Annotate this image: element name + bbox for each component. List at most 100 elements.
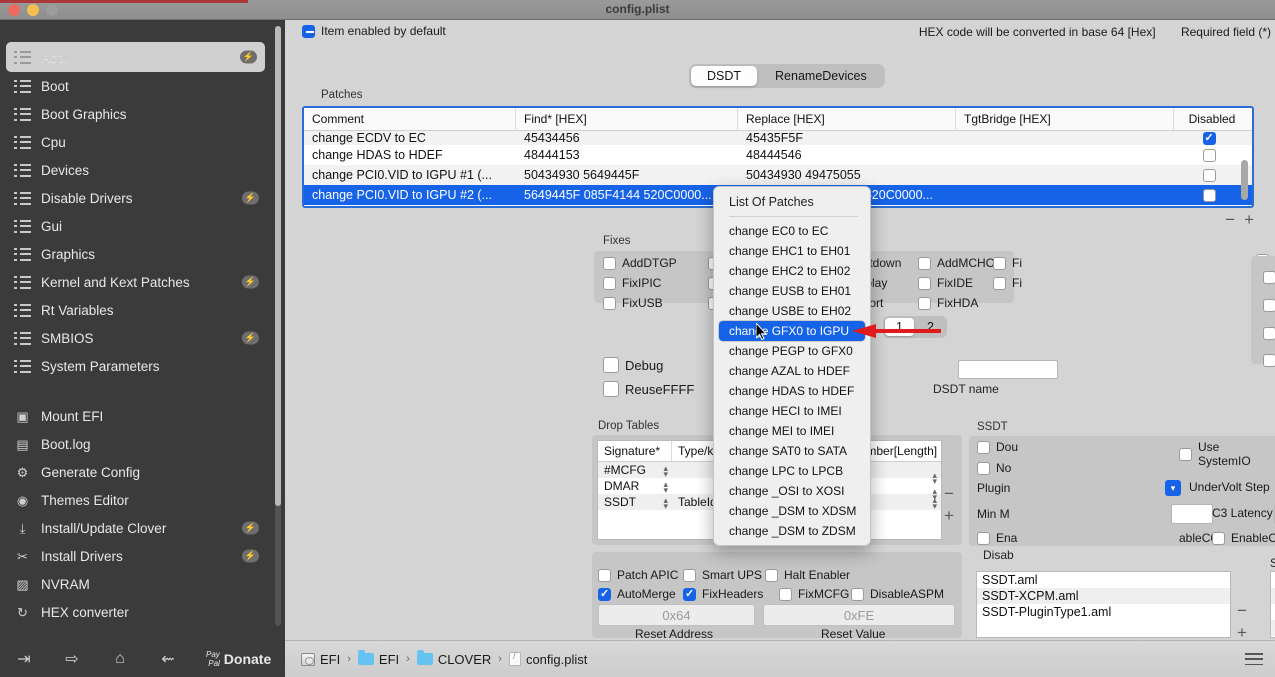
breadcrumb-item[interactable]: CLOVER (416, 650, 491, 667)
cell-disabled-checkbox[interactable] (1174, 168, 1250, 182)
reuseffff-checkbox[interactable]: ReuseFFFF (603, 381, 694, 397)
fix-fi-checkbox[interactable]: Fi (993, 256, 1022, 270)
fix-fixipic-checkbox[interactable]: FixIPIC (603, 276, 661, 290)
patches-scrollbar[interactable] (1241, 134, 1248, 204)
sidebar-scrollbar[interactable] (275, 26, 281, 626)
list-item[interactable]: SSDT.aml (977, 572, 1230, 588)
ssdt-ena-checkbox[interactable]: Ena (977, 531, 1017, 545)
drop-tables-add-button[interactable]: + (941, 505, 957, 527)
menu-item[interactable]: change PEGP to GFX0 (714, 341, 870, 361)
undervolt-enable-toggle[interactable]: ▾ (1165, 480, 1181, 496)
sidebar-tool-themes-editor[interactable]: ◉ Themes Editor (0, 486, 275, 514)
sidebar-tool-install-drivers[interactable]: ✂ Install Drivers ⚡ (0, 542, 275, 570)
hamburger-icon[interactable] (1245, 653, 1263, 665)
sidebar-item-smbios[interactable]: SMBIOS ⚡ (0, 324, 275, 352)
cell-disabled-checkbox[interactable] (1174, 188, 1250, 202)
tab-bar[interactable]: DSDT RenameDevices (689, 64, 885, 88)
sidebar-item-rt-variables[interactable]: Rt Variables (0, 296, 275, 324)
menu-item[interactable]: change EC0 to EC (714, 221, 870, 241)
breadcrumb-item[interactable]: EFI (301, 652, 340, 667)
table-row[interactable]: change HDAS to HDEF 48444153 48444546 (304, 145, 1252, 165)
sidebar-tool-boot-log[interactable]: ▤ Boot.log (0, 430, 275, 458)
stepper-icon[interactable]: ▴▾ (663, 480, 668, 495)
menu-item[interactable]: change LPC to LPCB (714, 461, 870, 481)
menu-item[interactable]: change EHC2 to EH02 (714, 261, 870, 281)
halt-enabler-checkbox[interactable]: Halt Enabler (765, 568, 850, 582)
table-row[interactable]: change ECDV to EC 45434456 45435F5F (304, 131, 1252, 145)
stepper-icon[interactable]: ▴▾ (663, 496, 668, 511)
drop-tables-remove-button[interactable]: − (941, 483, 957, 505)
menu-item[interactable]: change _DSM to XDSM (714, 501, 870, 521)
fix-addmchc-checkbox[interactable]: AddMCHC (918, 256, 994, 270)
sidebar-tool-mount-efi[interactable]: ▣ Mount EFI (0, 402, 275, 430)
debug-checkbox[interactable]: Debug (603, 357, 663, 373)
home-icon[interactable]: ⌂ (96, 650, 144, 668)
breadcrumb[interactable]: EFI › EFI › CLOVER › config.plist (301, 650, 587, 667)
sidebar-item-gui[interactable]: Gui (0, 212, 275, 240)
menu-item[interactable]: change SAT0 to SATA (714, 441, 870, 461)
ssdt-no-checkbox[interactable]: No (977, 461, 1011, 475)
menu-item[interactable]: change MEI to IMEI (714, 421, 870, 441)
breadcrumb-item[interactable]: EFI (357, 650, 399, 667)
fix-fixide-checkbox[interactable]: FixIDE (918, 276, 973, 290)
patches-add-remove[interactable]: −+ (1225, 210, 1263, 230)
automerge-checkbox[interactable]: AutoMerge (598, 587, 676, 601)
ssdt-dou-checkbox[interactable]: Dou (977, 440, 1018, 454)
menu-item[interactable]: change USBE to EH02 (714, 301, 870, 321)
patch-apic-checkbox[interactable]: Patch APIC (598, 568, 678, 582)
fix-fixhda-checkbox[interactable]: FixHDA (918, 296, 978, 310)
item-enabled-by-default-checkbox[interactable]: Item enabled by default (302, 24, 446, 38)
disabled-aml-list[interactable]: SSDT.aml SSDT-XCPM.aml SSDT-PluginType1.am… (976, 571, 1231, 638)
fixheaders-checkbox[interactable]: FixHeaders (683, 587, 763, 601)
smart-ups-checkbox[interactable]: Smart UPS (683, 568, 762, 582)
drop-oem-usb-checkbox[interactable]: USB (1263, 326, 1275, 340)
sidebar-item-boot[interactable]: Boot (0, 72, 275, 100)
donate-button[interactable]: Pay Pal Donate (206, 650, 271, 668)
patches-add-button[interactable]: + (1244, 210, 1263, 229)
fix-adddtgp-checkbox[interactable]: AddDTGP (603, 256, 677, 270)
cell-disabled-checkbox[interactable] (1174, 132, 1250, 145)
sorted-order-list[interactable]: DSDT.amlSSDT-0-SataTabl.amlSSDT-1-DptfTa… (1270, 571, 1275, 638)
menu-item[interactable]: change GFX0 to IGPU (719, 321, 865, 341)
fix-fi-checkbox[interactable]: Fi (993, 276, 1022, 290)
sidebar-tool-install-update-clover[interactable]: ⤓ Install/Update Clover ⚡ (0, 514, 275, 542)
sidebar-item-system-parameters[interactable]: System Parameters (0, 352, 275, 380)
export-icon[interactable]: ⇨ (48, 649, 96, 669)
reset-value-input[interactable]: 0xFE (763, 604, 955, 626)
menu-item[interactable]: change _DSM to ZDSM (714, 521, 870, 541)
drop-oem-ati-checkbox[interactable]: ATI (1263, 270, 1275, 284)
list-item[interactable]: SSDT-0-SataTabl.aml (1271, 588, 1275, 604)
dsdt-name-input[interactable] (958, 360, 1058, 379)
enablec7-checkbox[interactable]: EnableC7 (1212, 531, 1275, 545)
stepper-icon[interactable]: ▴▾ (932, 471, 937, 486)
sidebar-scrollbar-thumb[interactable] (275, 26, 281, 506)
sidebar-item-cpu[interactable]: Cpu (0, 128, 275, 156)
table-row[interactable]: change PCI0.VID to IGPU #1 (... 50434930… (304, 165, 1252, 185)
sidebar-item-boot-graphics[interactable]: Boot Graphics (0, 100, 275, 128)
disableaspm-checkbox[interactable]: DisableASPM (851, 587, 944, 601)
min-multiplier-input[interactable] (1171, 504, 1213, 524)
import-icon[interactable]: ⇥ (0, 649, 48, 669)
use-systemio-checkbox[interactable]: Use SystemIO (1179, 440, 1275, 468)
list-item[interactable]: DSDT.aml (1271, 572, 1275, 588)
breadcrumb-item[interactable]: config.plist (508, 651, 587, 667)
list-item[interactable]: SSDT-2-SaSsdt.aml (1271, 620, 1275, 636)
list-of-patches-menu[interactable]: List Of Patches change EC0 to EC change E… (713, 186, 871, 546)
patches-remove-button[interactable]: − (1225, 210, 1244, 229)
sidebar-item-disable-drivers[interactable]: Disable Drivers ⚡ (0, 184, 275, 212)
drop-oem-lpc-checkbox[interactable]: LPC (1263, 353, 1275, 367)
list-item[interactable]: SSDT-PluginType1.aml (977, 604, 1230, 620)
menu-item[interactable]: change AZAL to HDEF (714, 361, 870, 381)
sidebar-tool-hex-converter[interactable]: ↻ HEX converter (0, 598, 275, 626)
list-item[interactable]: SSDT-XCPM.aml (977, 588, 1230, 604)
sidebar-item-kernel-and-kext-patches[interactable]: Kernel and Kext Patches ⚡ (0, 268, 275, 296)
menu-item[interactable]: change _OSI to XOSI (714, 481, 870, 501)
tab-dsdt[interactable]: DSDT (691, 66, 758, 86)
drop-tables-add-remove[interactable]: − + (941, 483, 957, 527)
menu-item[interactable]: change EHC1 to EH01 (714, 241, 870, 261)
cell-disabled-checkbox[interactable] (1174, 148, 1250, 162)
drop-oem-hdmi-checkbox[interactable]: HDMI (1263, 298, 1275, 312)
stepper-icon[interactable]: ▴▾ (932, 496, 937, 511)
sidebar-item-devices[interactable]: Devices (0, 156, 275, 184)
sidebar-tool-nvram[interactable]: ▨ NVRAM (0, 570, 275, 598)
